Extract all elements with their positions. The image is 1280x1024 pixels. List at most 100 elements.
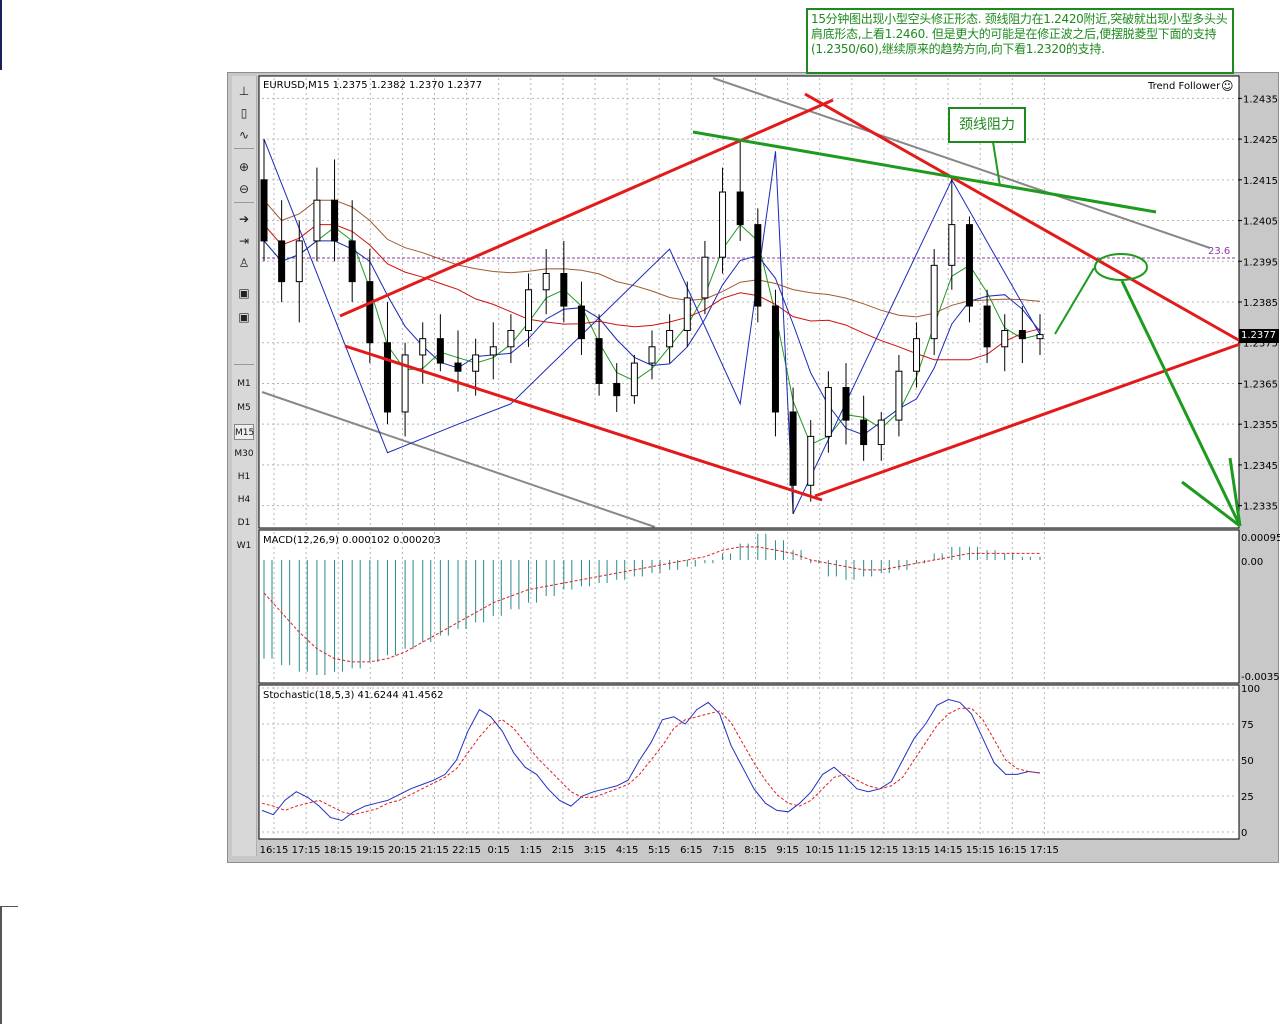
time-tick-label: 17:15 [292,845,321,856]
price-axis: 1.2435 1.2425 1.2415 1.2405 1.2395 1.2385 1.23… [1238,94,1280,839]
price-tick-label: 1.2335 [1243,502,1278,513]
candle-body [278,240,286,283]
candle-body [701,256,709,299]
stoch-tick-label: 100 [1241,684,1260,695]
candle-body [630,362,638,397]
time-tick-label: 12:15 [869,845,898,856]
candle-body [965,224,973,307]
time-tick-label: 3:15 [584,845,606,856]
candle-body [613,382,621,397]
price-tick-label: 1.2405 [1243,217,1278,228]
time-tick-label: 21:15 [420,845,449,856]
candle-body [683,297,691,332]
candle-body [348,240,356,283]
stoch-tick-label: 50 [1241,756,1254,767]
candle-body [1018,330,1026,340]
price-tick-label: 1.2395 [1243,257,1278,268]
candle-body [489,346,497,356]
neckline-label: 颈线阻力 [948,107,1026,143]
time-tick-label: 1:15 [520,845,542,856]
smiley-icon: ☺ [1221,79,1234,93]
candle-body [454,362,462,372]
candle-body [666,330,674,348]
candle-body [807,435,815,486]
time-tick-label: 22:15 [452,845,481,856]
trend-follower-label: Trend Follower [1148,81,1221,92]
candle-body [295,240,303,283]
candle-body [930,264,938,340]
candle-body [877,419,885,446]
candle-body [525,289,533,332]
candle-body [754,224,762,307]
candle-body [436,338,444,364]
time-tick-label: 11:15 [837,845,866,856]
time-tick-label: 2:15 [552,845,574,856]
time-tick-label: 9:15 [776,845,798,856]
time-tick-label: 14:15 [934,845,963,856]
fib-level-label: 23.6 [1208,246,1231,257]
price-tick-label: 1.2365 [1243,379,1278,390]
time-tick-label: 8:15 [744,845,766,856]
candle-body [948,224,956,266]
price-tick-label: 1.2435 [1243,94,1278,105]
candle-body [719,191,727,258]
candle-body [736,191,744,226]
candle-body [419,338,427,356]
stochastic-label: Stochastic(18,5,3) 41.6244 41.4562 [263,690,444,701]
price-tick-label: 1.2345 [1243,461,1278,472]
time-tick-label: 20:15 [388,845,417,856]
time-tick-label: 16:15 [260,845,289,856]
current-price-tag: 1.2377 [1239,329,1279,343]
price-tick-label: 1.2385 [1243,298,1278,309]
time-tick-label: 13:15 [902,845,931,856]
symbol-header: EURUSD,M15 1.2375 1.2382 1.2370 1.2377 [263,80,483,91]
time-tick-label: 17:15 [1030,845,1059,856]
time-tick-label: 15:15 [966,845,995,856]
candle-body [913,338,921,372]
candle-body [507,330,515,348]
macd-tick-label: 0.00095 [1241,533,1280,544]
candle-body [824,387,832,437]
time-tick-label: 19:15 [356,845,385,856]
candle-body [560,272,568,307]
time-tick-label: 4:15 [616,845,638,856]
macd-label: MACD(12,26,9) 0.000102 0.000203 [263,535,441,546]
price-tick-label: 1.2425 [1243,135,1278,146]
candle-body [860,419,868,446]
time-tick-label: 16:15 [998,845,1027,856]
candle-body [983,305,991,348]
candle-body [1001,330,1009,348]
price-tick-label: 1.2355 [1243,420,1278,431]
candle-body [648,346,656,364]
candle-body [1036,334,1044,340]
candle-body [383,342,391,413]
time-tick-label: 18:15 [324,845,353,856]
candle-body [789,411,797,486]
chart-canvas[interactable]: 1.2435 1.2425 1.2415 1.2405 1.2395 1.2385 1.23… [0,0,1280,1024]
stoch-tick-label: 75 [1241,720,1254,731]
macd-pane[interactable] [258,529,1240,684]
candle-body [577,305,585,340]
candle-body [842,387,850,421]
candle-body [595,338,603,384]
time-tick-label: 10:15 [805,845,834,856]
candle-body [366,281,374,344]
candle-body [771,305,779,413]
candle-body [472,354,480,372]
stoch-tick-label: 0 [1241,828,1247,839]
analysis-annotation: 15分钟图出现小型空头修正形态. 颈线阻力在1.2420附近,突破就出现小型多头… [806,8,1234,74]
stochastic-pane[interactable] [258,684,1240,840]
macd-tick-label: 0.00 [1241,557,1263,568]
time-tick-label: 7:15 [712,845,734,856]
candle-body [260,179,268,242]
time-tick-label: 0:15 [487,845,509,856]
price-tick-label: 1.2415 [1243,176,1278,187]
macd-tick-label: -0.0035 [1241,672,1280,683]
candle-body [542,272,550,291]
time-axis: 16:15 17:15 18:15 19:15 20:15 21:15 22:15 0:15 1… [260,845,1059,856]
candle-body [331,199,339,242]
stoch-tick-label: 25 [1241,792,1254,803]
time-tick-label: 5:15 [648,845,670,856]
candle-body [313,199,321,242]
candle-body [895,370,903,421]
